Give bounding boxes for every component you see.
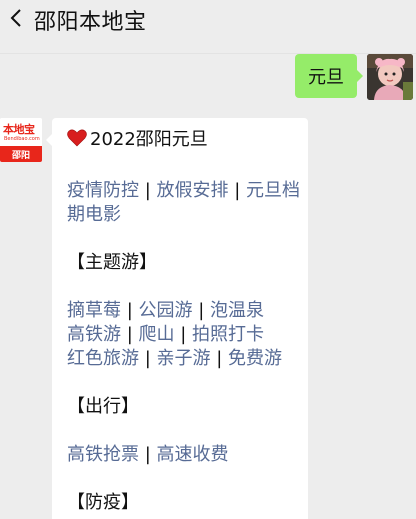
link-free-tour[interactable]: 免费游	[228, 348, 282, 369]
reply-heading: 2022邵阳元旦	[90, 129, 208, 150]
separator: |	[228, 180, 247, 201]
separator: |	[210, 348, 229, 369]
separator: |	[121, 324, 139, 345]
reply-group1-row2: 期电影	[67, 203, 121, 227]
reply-heading-line: 2022邵阳元旦	[67, 128, 208, 152]
section-theme-tour: 【主题游】	[67, 252, 157, 273]
bot-avatar-logo-area: 本地宝 Bendibao.com	[0, 118, 42, 146]
link-park[interactable]: 公园游	[139, 300, 193, 321]
separator: |	[139, 444, 157, 465]
reply-group3-row1: 高铁抢票 | 高速收费	[67, 443, 229, 467]
link-epidemic-control[interactable]: 疫情防控	[67, 180, 139, 201]
link-train-tickets[interactable]: 高铁抢票	[67, 444, 139, 465]
link-new-year-movies[interactable]: 元旦档	[246, 180, 300, 201]
user-message-text: 元旦	[308, 67, 344, 88]
link-strawberry[interactable]: 摘草莓	[67, 300, 121, 321]
bot-avatar-city: 邵阳	[0, 146, 42, 162]
link-highway-tolls[interactable]: 高速收费	[157, 444, 229, 465]
link-hot-spring[interactable]: 泡温泉	[210, 300, 264, 321]
reply-group1-row1: 疫情防控 | 放假安排 | 元旦档	[67, 179, 300, 203]
separator: |	[139, 348, 157, 369]
link-red-tourism[interactable]: 红色旅游	[67, 348, 139, 369]
chat-header: 邵阳本地宝	[0, 0, 416, 54]
bot-reply-bubble: 2022邵阳元旦 疫情防控 | 放假安排 | 元旦档 期电影 【主题游】 摘草莓…	[46, 118, 308, 519]
user-avatar-image	[367, 54, 413, 100]
link-family-tour[interactable]: 亲子游	[157, 348, 211, 369]
separator: |	[121, 300, 139, 321]
link-new-year-movies-cont[interactable]: 期电影	[67, 204, 121, 225]
bot-avatar[interactable]: 本地宝 Bendibao.com 邵阳	[0, 118, 42, 162]
link-high-speed-rail-tour[interactable]: 高铁游	[67, 324, 121, 345]
section-prevention: 【防疫】	[67, 492, 139, 513]
section-travel: 【出行】	[67, 396, 139, 417]
user-avatar[interactable]	[367, 54, 413, 100]
link-hiking[interactable]: 爬山	[139, 324, 175, 345]
link-photo-spots[interactable]: 拍照打卡	[192, 324, 264, 345]
separator: |	[192, 300, 211, 321]
reply-group2-row3: 红色旅游 | 亲子游 | 免费游	[67, 347, 282, 371]
separator: |	[139, 180, 157, 201]
reply-group2-row1: 摘草莓 | 公园游 | 泡温泉	[67, 299, 264, 323]
bot-avatar-brand-sub: Bendibao.com	[4, 136, 40, 142]
chat-title: 邵阳本地宝	[34, 10, 147, 35]
link-holiday-schedule[interactable]: 放假安排	[157, 180, 229, 201]
back-chevron-icon[interactable]	[6, 6, 28, 30]
separator: |	[174, 324, 193, 345]
user-message-bubble[interactable]: 元旦	[295, 54, 363, 98]
reply-group2-row2: 高铁游 | 爬山 | 拍照打卡	[67, 323, 264, 347]
bot-avatar-brand: 本地宝	[3, 123, 35, 136]
red-heart-icon	[67, 129, 87, 147]
